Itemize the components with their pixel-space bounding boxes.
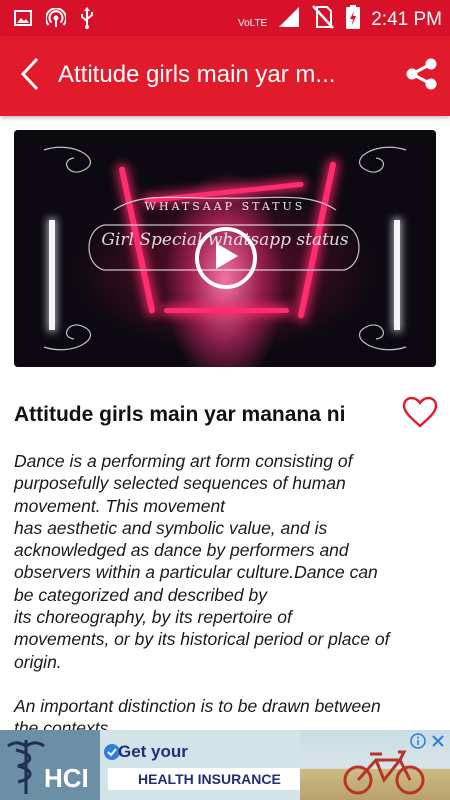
ad-info-icon[interactable] <box>410 733 426 749</box>
usb-icon <box>80 7 94 34</box>
ad-banner[interactable]: HCI Get your HEALTH INSURANCE <box>0 730 450 800</box>
clock: 2:41 PM <box>371 8 442 30</box>
page-title: Attitude girls main yar m... <box>58 61 336 88</box>
ad-headline: Get your <box>118 742 188 761</box>
battery-charging-icon <box>345 4 361 35</box>
image-icon <box>14 10 32 31</box>
video-player[interactable]: WHATSAAP STATUS Girl Special whatsapp st… <box>14 130 436 367</box>
bicycle-icon <box>343 750 425 795</box>
signal-icon <box>277 6 301 33</box>
app-bar: Attitude girls main yar m... <box>0 36 450 116</box>
overlay-title: WHATSAAP STATUS <box>144 200 306 213</box>
post-description: Dance is a performing art form consistin… <box>14 450 442 740</box>
favorite-button[interactable] <box>402 396 438 432</box>
ad-logo: HCI <box>0 730 100 800</box>
ad-close-icon[interactable] <box>430 733 446 749</box>
share-button[interactable] <box>402 56 442 96</box>
back-button[interactable] <box>10 54 50 98</box>
no-sim-icon <box>311 4 335 35</box>
ad-image <box>300 730 450 800</box>
ad-brand: HCI <box>44 763 89 793</box>
description-paragraph: Dance is a performing art form consistin… <box>14 451 390 672</box>
back-arrow-icon <box>19 57 41 96</box>
ad-subheadline: HEALTH INSURANCE <box>108 768 300 790</box>
play-button[interactable] <box>195 227 257 289</box>
play-icon <box>212 241 240 276</box>
hotspot-icon <box>45 7 67 33</box>
share-icon <box>405 57 439 96</box>
heart-outline-icon <box>402 396 438 432</box>
post-title: Attitude girls main yar manana ni <box>14 403 346 426</box>
network-type: VoLTE <box>237 18 268 29</box>
caduceus-icon <box>7 740 45 794</box>
status-bar: VoLTE 2:41 PM <box>0 0 450 36</box>
